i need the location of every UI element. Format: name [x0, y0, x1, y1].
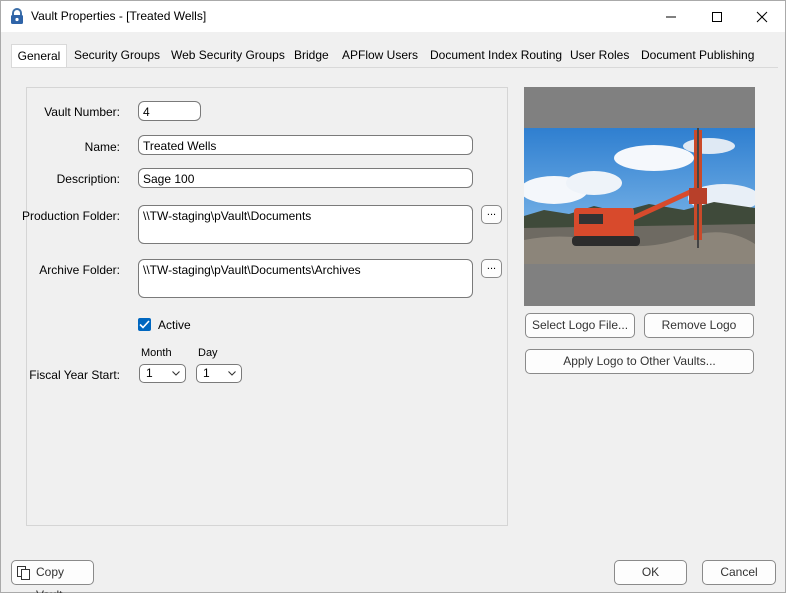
day-label: Day — [198, 347, 218, 359]
archive-folder-field[interactable]: \\TW-staging\pVault\Documents\Archives — [138, 259, 473, 298]
logo-preview — [524, 87, 755, 306]
name-label: Name: — [84, 140, 120, 154]
cancel-button[interactable]: Cancel — [702, 560, 776, 585]
production-folder-label: Production Folder: — [21, 209, 120, 223]
month-select[interactable]: 1 — [139, 364, 186, 383]
logo-image — [524, 128, 755, 264]
tab-strip: General Security Groups Web Security Gro… — [11, 44, 779, 68]
vault-lock-icon — [10, 8, 24, 25]
checkmark-icon — [139, 320, 150, 329]
description-field[interactable]: Sage 100 — [138, 168, 473, 188]
tab-security-groups[interactable]: Security Groups — [74, 44, 160, 67]
vault-number-field[interactable]: 4 — [138, 101, 201, 121]
copy-icon — [17, 566, 30, 580]
archive-folder-browse-button[interactable]: ... — [481, 259, 502, 278]
production-folder-browse-button[interactable]: ... — [481, 205, 502, 224]
close-button[interactable] — [739, 1, 785, 32]
vault-properties-window: Vault Properties - [Treated Wells] Gener… — [0, 0, 786, 593]
chevron-down-icon — [228, 371, 236, 376]
archive-folder-label: Archive Folder: — [39, 263, 120, 277]
maximize-button[interactable] — [694, 1, 740, 32]
apply-logo-button[interactable]: Apply Logo to Other Vaults... — [525, 349, 754, 374]
maximize-icon — [712, 11, 722, 22]
description-label: Description: — [56, 172, 120, 186]
window-title: Vault Properties - [Treated Wells] — [31, 9, 207, 23]
tab-bridge[interactable]: Bridge — [294, 44, 329, 67]
day-select[interactable]: 1 — [196, 364, 242, 383]
tab-web-security-groups[interactable]: Web Security Groups — [171, 44, 285, 67]
tab-general[interactable]: General — [11, 44, 67, 68]
tab-apflow-users[interactable]: APFlow Users — [342, 44, 418, 67]
active-label[interactable]: Active — [158, 318, 191, 332]
chevron-down-icon — [172, 371, 180, 376]
copy-vault-button[interactable]: Copy Vault — [11, 560, 94, 593]
minimize-icon — [666, 16, 676, 17]
fiscal-year-start-label: Fiscal Year Start: — [29, 368, 120, 382]
tab-document-index-routing[interactable]: Document Index Routing — [430, 44, 562, 67]
title-bar: Vault Properties - [Treated Wells] — [1, 1, 785, 32]
close-icon — [756, 11, 768, 22]
remove-logo-button[interactable]: Remove Logo — [644, 313, 754, 338]
vault-number-label: Vault Number: — [44, 105, 120, 119]
tab-document-publishing[interactable]: Document Publishing — [641, 44, 754, 67]
name-field[interactable]: Treated Wells — [138, 135, 473, 155]
active-checkbox[interactable] — [138, 318, 151, 331]
tab-user-roles[interactable]: User Roles — [570, 44, 629, 67]
ok-button[interactable]: OK — [614, 560, 687, 585]
copy-vault-label: Copy Vault — [36, 565, 65, 593]
day-select-value: 1 — [203, 366, 210, 380]
production-folder-field[interactable]: \\TW-staging\pVault\Documents — [138, 205, 473, 244]
select-logo-file-button[interactable]: Select Logo File... — [525, 313, 635, 338]
month-label: Month — [141, 347, 172, 359]
minimize-button[interactable] — [648, 1, 694, 32]
month-select-value: 1 — [146, 366, 153, 380]
